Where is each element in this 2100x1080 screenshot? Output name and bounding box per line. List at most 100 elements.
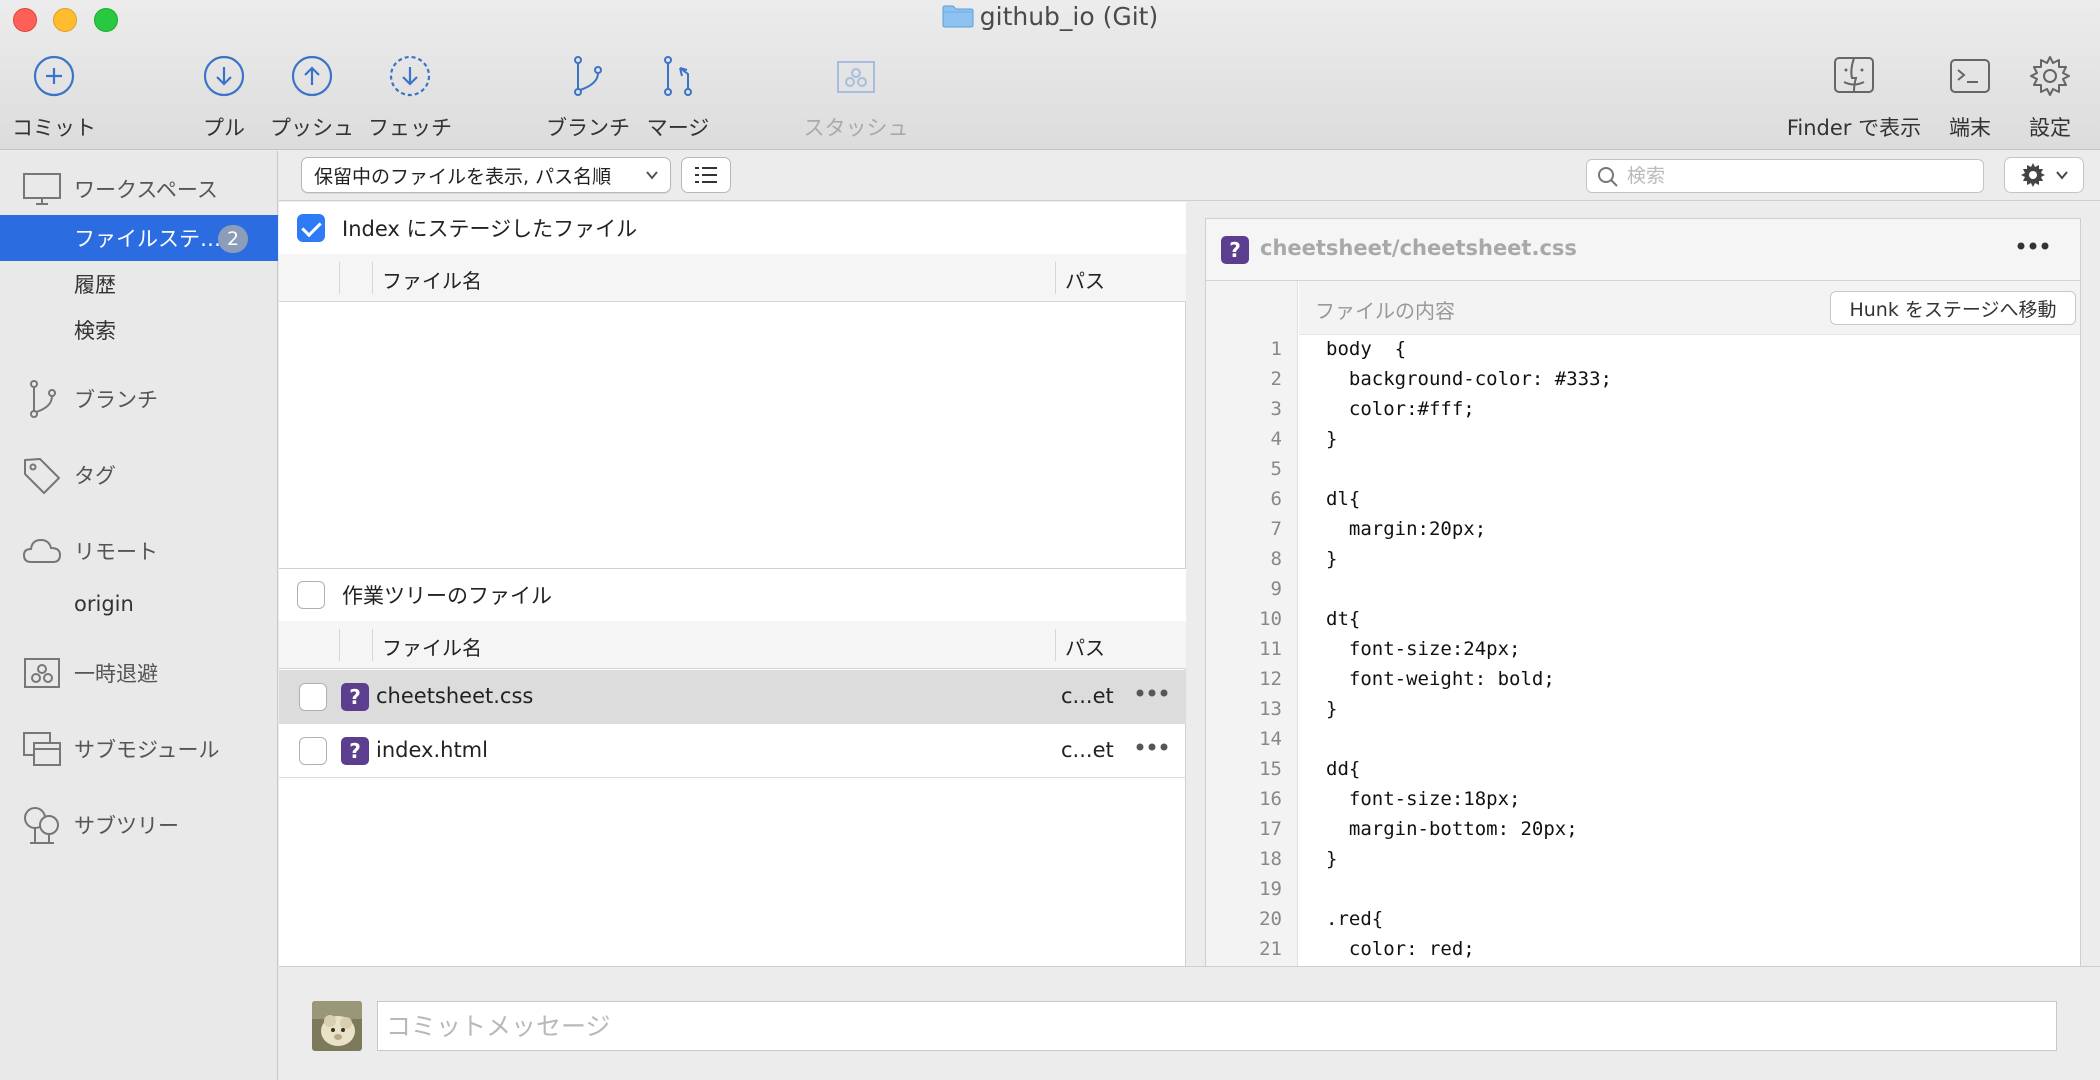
code-line: 11 font-size:24px; [1206, 635, 2080, 665]
merge-button[interactable]: マージ [646, 54, 710, 142]
tree-icon [20, 803, 64, 847]
fetch-button[interactable]: フェッチ [368, 54, 452, 142]
sidebar-stashes-header[interactable]: 一時退避 [0, 645, 278, 701]
filter-bar: 保留中のファイルを表示, パス名順 [279, 151, 2100, 201]
line-number: 2 [1270, 368, 1282, 390]
sidebar-remotes-header[interactable]: リモート [0, 523, 278, 579]
column-path[interactable]: パス [1065, 265, 1105, 294]
list-view-button[interactable] [681, 157, 731, 193]
code-text: color:#fff; [1326, 398, 1475, 420]
untracked-status-icon: ? [341, 683, 369, 711]
sidebar-item-search[interactable]: 検索 [0, 307, 278, 353]
sidebar-branches-header[interactable]: ブランチ [0, 371, 278, 427]
sidebar-item-label: ファイルステ… [74, 227, 221, 251]
line-number: 19 [1259, 878, 1282, 900]
gear-icon [2021, 163, 2045, 187]
sidebar-item-label: 検索 [74, 319, 116, 343]
sidebar-subtrees-header[interactable]: サブツリー [0, 797, 278, 853]
code-text: dt{ [1326, 608, 1361, 630]
settings-menu-button[interactable] [2004, 157, 2084, 193]
file-status-pane: Index にステージしたファイル ファイル名 パス 作業ツリーのファイル ファ… [279, 202, 1186, 966]
code-line: 17 margin-bottom: 20px; [1206, 815, 2080, 845]
untracked-status-icon: ? [1221, 236, 1249, 264]
submodule-icon [20, 727, 64, 771]
code-text: dd{ [1326, 758, 1361, 780]
unstage-all-checkbox[interactable] [297, 581, 325, 609]
stash-button[interactable]: スタッシュ [803, 54, 909, 142]
stash-icon [20, 651, 64, 695]
search-field[interactable] [1586, 159, 1984, 193]
search-input[interactable] [1627, 163, 1967, 189]
line-number: 8 [1270, 548, 1282, 570]
commit-message-field[interactable] [377, 1001, 2057, 1051]
code-line: 15 dd{ [1206, 755, 2080, 785]
toolbar: github_io (Git) コミット プル プッシュ フェッチ ブランチ マ… [0, 0, 2100, 150]
count-badge: 2 [218, 225, 248, 253]
show-in-finder-button[interactable]: Finder で表示 [1786, 54, 1922, 142]
file-stage-checkbox[interactable] [299, 683, 327, 711]
branch-button[interactable]: ブランチ [546, 54, 630, 142]
line-number: 14 [1259, 728, 1282, 750]
file-row[interactable]: ? index.html c...et [279, 724, 1186, 778]
stash-label: スタッシュ [803, 116, 909, 140]
tag-icon [20, 453, 64, 497]
stage-all-checkbox[interactable] [297, 214, 325, 242]
commit-label: コミット [12, 116, 96, 140]
hunk-header: ファイルの内容 Hunk をステージへ移動 [1299, 281, 2080, 335]
code-line: 1 body { [1206, 335, 2080, 365]
push-button[interactable]: プッシュ [270, 54, 354, 142]
line-number: 5 [1270, 458, 1282, 480]
more-icon[interactable] [2016, 241, 2050, 251]
staged-files-header: Index にステージしたファイル [279, 202, 1186, 254]
line-number: 13 [1259, 698, 1282, 720]
terminal-label: 端末 [1949, 116, 1991, 140]
sidebar-submodules-header[interactable]: サブモジュール [0, 721, 278, 777]
pull-button[interactable]: プル [200, 54, 248, 142]
pull-label: プル [203, 116, 245, 140]
sidebar-subtrees-label: サブツリー [74, 814, 179, 838]
more-icon[interactable] [1135, 688, 1169, 698]
settings-button[interactable]: 設定 [2026, 54, 2074, 142]
finder-icon [1832, 54, 1876, 98]
gear-icon [2028, 54, 2072, 98]
sidebar-item-file-status[interactable]: ファイルステ… 2 [0, 215, 278, 261]
terminal-button[interactable]: 端末 [1946, 54, 1994, 142]
sidebar-item-history[interactable]: 履歴 [0, 261, 278, 307]
merge-icon [656, 54, 700, 98]
working-tree-header: 作業ツリーのファイル [279, 569, 1186, 621]
diff-view: ? cheetsheet/cheetsheet.css ファイルの内容 Hunk… [1205, 218, 2081, 968]
code-text: margin:20px; [1326, 518, 1487, 540]
code-line: 20 .red{ [1206, 905, 2080, 935]
sidebar-item-origin[interactable]: origin [0, 581, 278, 627]
column-filename[interactable]: ファイル名 [382, 265, 482, 294]
code-text: margin-bottom: 20px; [1326, 818, 1578, 840]
line-number: 11 [1259, 638, 1282, 660]
code-text: } [1326, 698, 1338, 720]
code-text: font-size:24px; [1326, 638, 1521, 660]
stage-hunk-button[interactable]: Hunk をステージへ移動 [1830, 291, 2076, 325]
column-filename[interactable]: ファイル名 [382, 632, 482, 661]
code-line: 8} [1206, 545, 2080, 575]
sidebar-submodules-label: サブモジュール [74, 738, 220, 762]
file-stage-checkbox[interactable] [299, 737, 327, 765]
sidebar-item-label: origin [74, 592, 134, 616]
code-text: dl{ [1326, 488, 1361, 510]
sidebar-workspace-header: ワークスペース [0, 161, 278, 217]
code-line: 2 background-color: #333; [1206, 365, 2080, 395]
code-line: 3 color:#fff; [1206, 395, 2080, 425]
list-icon [695, 167, 717, 183]
sidebar-tags-header[interactable]: タグ [0, 447, 278, 503]
column-path[interactable]: パス [1065, 632, 1105, 661]
commit-button[interactable]: コミット [12, 54, 96, 142]
code-line: 10 dt{ [1206, 605, 2080, 635]
merge-label: マージ [646, 116, 710, 140]
line-number: 6 [1270, 488, 1282, 510]
more-icon[interactable] [1135, 742, 1169, 752]
file-row[interactable]: ? cheetsheet.css c...et [279, 670, 1186, 724]
commit-message-input[interactable] [386, 1010, 2046, 1042]
arrow-up-circle-icon [290, 54, 334, 98]
line-number: 12 [1259, 668, 1282, 690]
code-line: 12 font-weight: bold; [1206, 665, 2080, 695]
file-filter-dropdown[interactable]: 保留中のファイルを表示, パス名順 [301, 157, 671, 193]
sidebar-tags-label: タグ [74, 464, 116, 488]
